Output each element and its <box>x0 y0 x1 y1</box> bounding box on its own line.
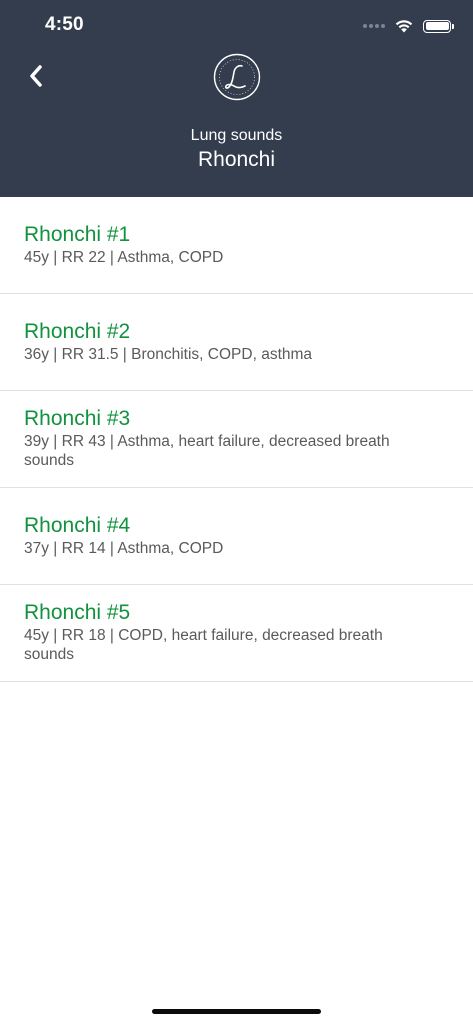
page-subtitle: Lung sounds <box>190 127 283 144</box>
list-item-detail: 37y | RR 14 | Asthma, COPD <box>24 540 224 557</box>
back-button[interactable] <box>18 56 54 96</box>
list-item-rhonchi-4[interactable]: Rhonchi #4 37y | RR 14 | Asthma, COPD <box>0 488 473 585</box>
chevron-left-icon <box>30 65 42 87</box>
list-item-rhonchi-3[interactable]: Rhonchi #3 39y | RR 43 | Asthma, heart f… <box>0 391 473 488</box>
home-indicator[interactable] <box>152 1009 321 1014</box>
list-item-detail: 45y | RR 22 | Asthma, COPD <box>24 249 224 266</box>
list-item-detail: 39y | RR 43 | Asthma, heart failure, dec… <box>24 433 390 469</box>
status-icons <box>363 16 454 36</box>
cellular-signal-icon <box>363 24 385 28</box>
page-title: Rhonchi <box>197 148 276 171</box>
recording-list: Rhonchi #1 45y | RR 22 | Asthma, COPD Rh… <box>0 197 473 682</box>
list-item-rhonchi-5[interactable]: Rhonchi #5 45y | RR 18 | COPD, heart fai… <box>0 585 473 682</box>
list-item-rhonchi-2[interactable]: Rhonchi #2 36y | RR 31.5 | Bronchitis, C… <box>0 294 473 391</box>
list-item-title: Rhonchi #2 <box>24 320 131 343</box>
littmann-logo-icon <box>213 53 261 101</box>
status-time: 4:50 <box>45 14 84 35</box>
list-item-title: Rhonchi #4 <box>24 514 131 537</box>
list-item-detail: 36y | RR 31.5 | Bronchitis, COPD, asthma <box>24 346 313 363</box>
list-item-rhonchi-1[interactable]: Rhonchi #1 45y | RR 22 | Asthma, COPD <box>0 197 473 294</box>
nav-header: 4:50 Lung sounds Rhonchi <box>0 0 473 197</box>
battery-icon <box>423 19 454 33</box>
list-item-title: Rhonchi #1 <box>24 223 131 246</box>
wifi-icon <box>395 20 413 33</box>
list-item-title: Rhonchi #3 <box>24 407 131 430</box>
list-item-detail: 45y | RR 18 | COPD, heart failure, decre… <box>24 627 383 663</box>
list-item-title: Rhonchi #5 <box>24 601 131 624</box>
